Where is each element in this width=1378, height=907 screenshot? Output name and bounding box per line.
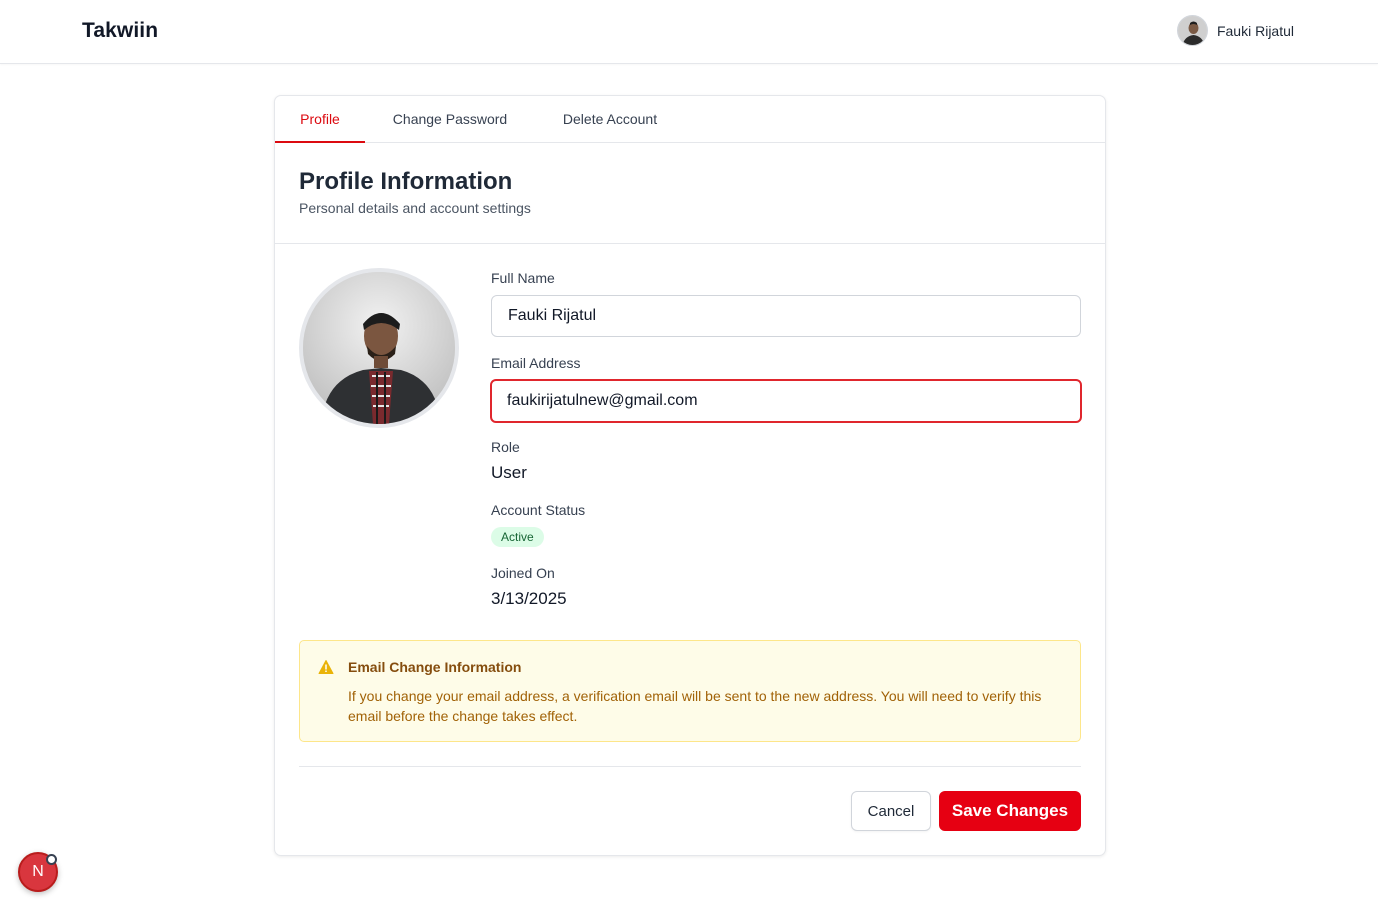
settings-tabs: Profile Change Password Delete Account: [275, 96, 1105, 143]
page-subtitle: Personal details and account settings: [299, 200, 531, 216]
role-value: User: [491, 463, 527, 482]
warning-icon: [318, 659, 334, 675]
status-badge: Active: [491, 527, 544, 547]
account-status-label: Account Status: [491, 502, 586, 518]
profile-photo: [299, 268, 459, 428]
notice-title: Email Change Information: [348, 659, 522, 675]
cancel-button[interactable]: Cancel: [851, 791, 931, 831]
profile-card: Profile Change Password Delete Account P…: [274, 95, 1106, 856]
email-change-notice: Email Change Information If you change y…: [299, 640, 1081, 742]
user-avatar[interactable]: [1176, 15, 1208, 46]
email-label: Email Address: [491, 355, 581, 371]
brand-logo[interactable]: Takwiin: [82, 19, 158, 43]
notice-text: If you change your email address, a veri…: [348, 688, 1042, 724]
page-title: Profile Information: [299, 168, 513, 195]
full-name-label: Full Name: [491, 270, 555, 286]
joined-on-label: Joined On: [491, 565, 555, 581]
role-label: Role: [491, 439, 520, 455]
tab-delete-account[interactable]: Delete Account: [545, 96, 675, 143]
save-changes-button[interactable]: Save Changes: [939, 791, 1081, 831]
status-badge-wrap: Active: [491, 527, 1082, 547]
user-menu[interactable]: Fauki Rijatul: [1176, 15, 1294, 46]
header-divider: [275, 243, 1105, 244]
user-name[interactable]: Fauki Rijatul: [1217, 23, 1294, 39]
tab-change-password[interactable]: Change Password: [375, 96, 525, 143]
tab-profile[interactable]: Profile: [275, 96, 365, 143]
profile-form: Full Name Email Address Role User Accoun…: [490, 270, 1082, 609]
joined-on-value: 3/13/2025: [491, 589, 567, 608]
footer-divider: [299, 766, 1081, 767]
email-input[interactable]: [490, 379, 1082, 423]
top-navbar: Takwiin Fauki Rijatul: [0, 0, 1378, 64]
dev-indicator-dot: [46, 854, 57, 865]
section-header: Profile Information Personal details and…: [299, 168, 531, 216]
full-name-input[interactable]: [491, 295, 1081, 337]
